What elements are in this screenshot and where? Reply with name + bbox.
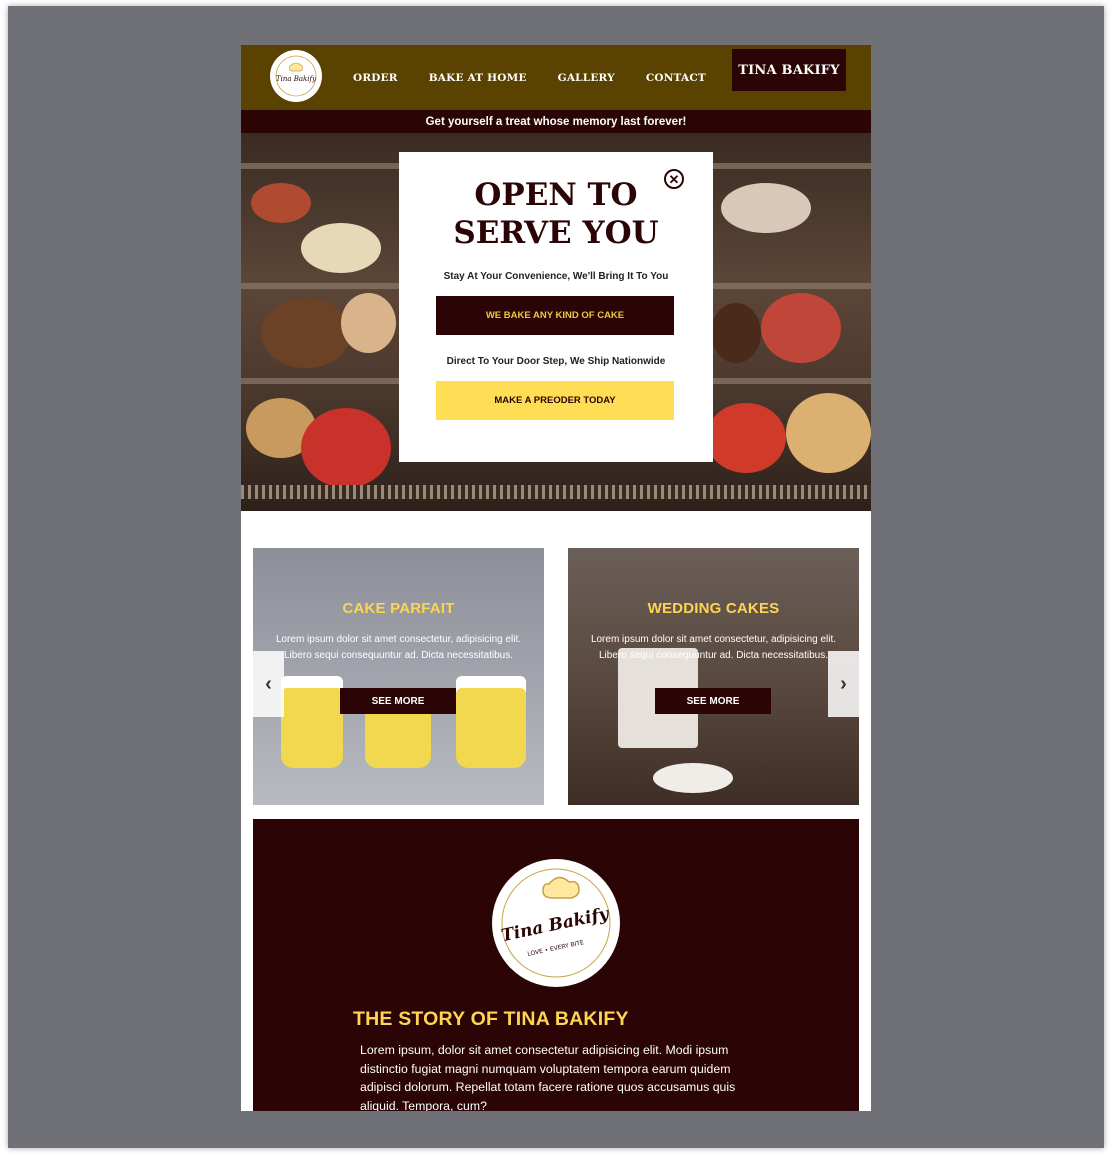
pastry-image (761, 293, 841, 363)
nav-bake-at-home[interactable]: BAKE AT HOME (429, 72, 527, 84)
website-page: Tina Bakify ORDER BAKE AT HOME GALLERY C… (241, 45, 871, 1111)
nav-order[interactable]: ORDER (353, 72, 398, 84)
card-wedding-cakes: WEDDING CAKES Lorem ipsum dolor sit amet… (568, 548, 859, 805)
story-section: Tina Bakify LOVE • EVERY BITE THE STORY … (253, 819, 859, 1111)
hero-rail (241, 485, 871, 499)
chevron-right-icon[interactable]: › (828, 651, 859, 717)
tagline-bar: Get yourself a treat whose memory last f… (241, 110, 871, 133)
top-navbar: Tina Bakify ORDER BAKE AT HOME GALLERY C… (241, 45, 871, 110)
story-title: THE STORY OF TINA BAKIFY (353, 1008, 629, 1030)
logo-emblem-icon: Tina Bakify (275, 55, 317, 97)
preorder-button[interactable]: MAKE A PREODER TODAY (436, 381, 674, 420)
story-logo-subtext: LOVE • EVERY BITE (527, 939, 585, 958)
see-more-button[interactable]: SEE MORE (340, 688, 456, 714)
card-title: WEDDING CAKES (647, 600, 780, 617)
nav-gallery[interactable]: GALLERY (558, 72, 615, 84)
card-text: Lorem ipsum dolor sit amet consectetur, … (590, 634, 837, 661)
pastry-image (301, 408, 391, 488)
pastry-image (301, 223, 381, 273)
logo-text: Tina Bakify (276, 75, 317, 83)
pastry-image (706, 403, 786, 473)
main-nav: ORDER BAKE AT HOME GALLERY CONTACT (353, 45, 737, 110)
story-logo-text: Tina Bakify (499, 904, 611, 947)
chef-hat-logo-icon: Tina Bakify LOVE • EVERY BITE (499, 868, 612, 978)
card-text: Lorem ipsum dolor sit amet consectetur, … (275, 634, 522, 661)
card-title: CAKE PARFAIT (342, 600, 455, 617)
pastry-image (251, 183, 311, 223)
promo-popup: ✕ OPEN TO SERVE YOU Stay At Your Conveni… (399, 152, 713, 462)
parfait-jar-image (281, 676, 343, 768)
hero-banner: ✕ OPEN TO SERVE YOU Stay At Your Conveni… (241, 133, 871, 511)
plate-image (653, 763, 733, 793)
popup-line-2: Direct To Your Door Step, We Ship Nation… (446, 356, 666, 367)
pastry-image (786, 393, 871, 473)
pastry-image (341, 293, 396, 353)
pastry-image (261, 298, 351, 368)
popup-line-1: Stay At Your Convenience, We'll Bring It… (443, 271, 669, 282)
card-cake-parfait: CAKE PARFAIT Lorem ipsum dolor sit amet … (253, 548, 544, 805)
story-text: Lorem ipsum, dolor sit amet consectetur … (360, 1043, 736, 1111)
brand-button[interactable]: TINA BAKIFY (732, 49, 846, 91)
pastry-image (711, 303, 761, 363)
story-logo: Tina Bakify LOVE • EVERY BITE (492, 859, 620, 987)
pastry-image (721, 183, 811, 233)
site-logo[interactable]: Tina Bakify (270, 50, 322, 102)
parfait-jar-image (456, 676, 526, 768)
chevron-left-icon[interactable]: ‹ (253, 651, 284, 717)
see-more-button[interactable]: SEE MORE (655, 688, 771, 714)
popup-title: OPEN TO SERVE YOU (453, 177, 659, 251)
bake-any-cake-button[interactable]: WE BAKE ANY KIND OF CAKE (436, 296, 674, 335)
nav-contact[interactable]: CONTACT (646, 72, 706, 84)
